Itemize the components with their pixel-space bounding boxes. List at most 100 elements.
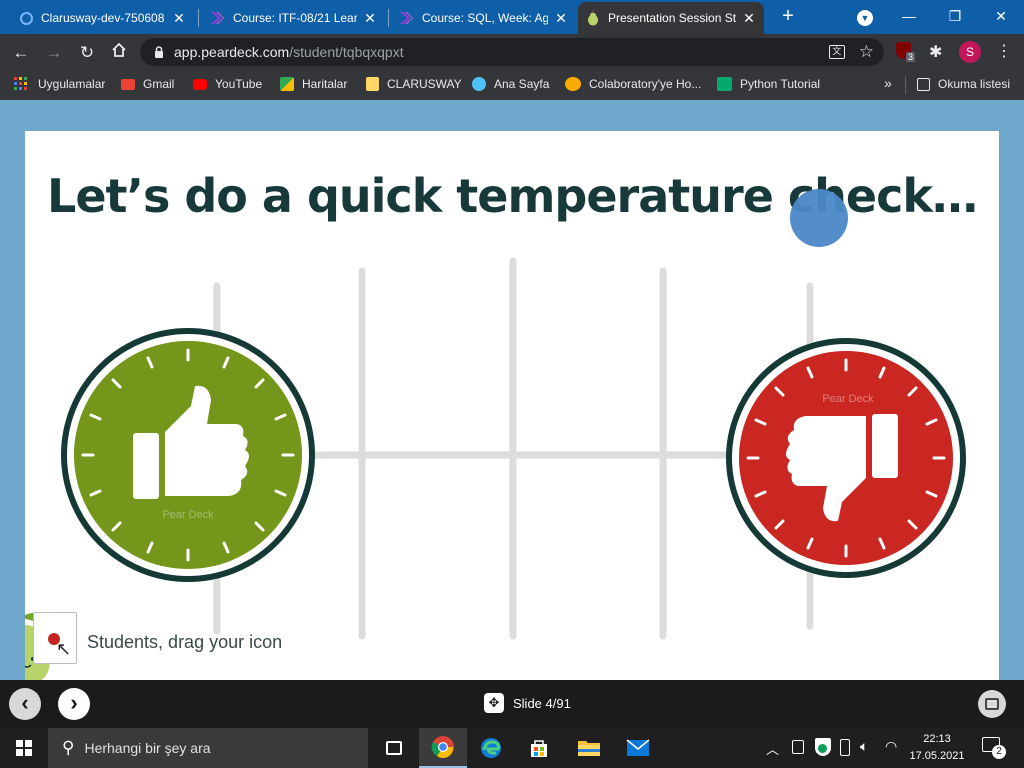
- close-icon[interactable]: ✕: [172, 10, 186, 27]
- volume-icon[interactable]: 🔈︎: [860, 738, 868, 755]
- presentation-footer: ‹ › ✥ Slide 4/91: [0, 680, 1024, 728]
- thumbs-up-icon[interactable]: Pear Deck: [61, 328, 315, 582]
- tab-title: Presentation Session St: [608, 11, 736, 25]
- next-slide-button[interactable]: ›: [58, 688, 90, 720]
- star-icon[interactable]: ☆: [859, 42, 874, 62]
- menu-kebab-icon[interactable]: ⋮: [996, 41, 1012, 61]
- bookmark-clarusway[interactable]: CLARUSWAY: [366, 77, 462, 91]
- tab-course-sql[interactable]: Course: SQL, Week: Agg ✕: [390, 2, 576, 34]
- tab-clarusway-dev[interactable]: Clarusway-dev-750608 ✕: [12, 2, 194, 34]
- chevron-right-icon: ›: [70, 690, 78, 715]
- search-placeholder: Herhangi bir şey ara: [84, 740, 211, 756]
- forward-button[interactable]: →: [43, 42, 65, 64]
- edge-taskbar-app[interactable]: [467, 728, 515, 768]
- colab-icon: [565, 77, 581, 91]
- drag-hint-text: Students, drag your icon: [87, 632, 283, 652]
- svg-text:Pear Deck: Pear Deck: [162, 509, 214, 521]
- bookmarks-bar: Uygulamalar Gmail YouTube Haritalar CLAR…: [0, 70, 1024, 100]
- folder-icon: [366, 77, 379, 91]
- bookmark-gmail[interactable]: Gmail: [121, 77, 174, 91]
- ublock-extension-button[interactable]: 3: [896, 42, 916, 62]
- extension-badge: 3: [906, 52, 916, 62]
- pointer-icon: ↖: [56, 639, 72, 659]
- peardeck-icon: [588, 10, 598, 26]
- close-icon[interactable]: ✕: [363, 10, 377, 27]
- tab-presentation-session[interactable]: Presentation Session St ✕: [578, 2, 764, 34]
- clarusway-icon: [211, 12, 224, 24]
- home-icon: [112, 42, 126, 57]
- chrome-icon: [431, 736, 454, 759]
- tab-title: Clarusway-dev-750608: [41, 11, 165, 25]
- bookmark-haritalar[interactable]: Haritalar: [280, 77, 347, 91]
- splash-icon: [472, 77, 486, 91]
- tab-title: Course: ITF-08/21 Learn: [233, 11, 357, 25]
- battery-icon[interactable]: [840, 739, 850, 756]
- mail-taskbar-app[interactable]: [614, 728, 662, 768]
- edge-icon: [481, 738, 501, 758]
- chevron-left-icon: ‹: [21, 690, 29, 715]
- clock-date: 17.05.2021: [909, 750, 965, 762]
- back-button[interactable]: ←: [10, 42, 32, 64]
- notification-count: 2: [992, 745, 1006, 759]
- reader-icon: [985, 698, 999, 710]
- task-view-icon: [386, 741, 402, 755]
- search-icon: ⚲: [62, 738, 75, 757]
- store-icon: [531, 740, 547, 757]
- restore-button[interactable]: ❐: [932, 2, 978, 30]
- address-bar[interactable]: app.peardeck.com/student/tqbqxqpxt 文 ☆: [140, 38, 884, 66]
- tray-expand-button[interactable]: ︿: [766, 739, 779, 758]
- clock-time: 22:13: [923, 733, 951, 745]
- close-icon[interactable]: ✕: [742, 10, 756, 27]
- home-button[interactable]: [108, 42, 130, 64]
- new-tab-button[interactable]: +: [778, 6, 798, 28]
- window-close-button[interactable]: ✕: [978, 2, 1024, 30]
- profile-avatar[interactable]: S: [959, 41, 981, 63]
- youtube-icon: [193, 78, 207, 90]
- tab-title: Course: SQL, Week: Agg: [422, 11, 548, 25]
- bookmark-youtube[interactable]: YouTube: [193, 77, 262, 91]
- prev-slide-button[interactable]: ‹: [9, 688, 41, 720]
- notification-center-button[interactable]: 2: [982, 737, 1006, 759]
- close-icon[interactable]: ✕: [554, 10, 568, 27]
- gmail-icon: [121, 78, 135, 90]
- start-button[interactable]: [0, 728, 48, 768]
- slide-indicator[interactable]: ✥ Slide 4/91: [484, 693, 571, 713]
- tab-search-button[interactable]: ▼: [842, 2, 888, 30]
- immersive-reader-button[interactable]: [978, 690, 1006, 718]
- w3schools-icon: [717, 77, 732, 91]
- mail-icon: [626, 739, 650, 756]
- slide: Let’s do a quick temperature check… Pear…: [25, 131, 999, 680]
- bookmark-python-tutorial[interactable]: Python Tutorial: [717, 77, 820, 91]
- bookmark-ana-sayfa[interactable]: Ana Sayfa: [472, 77, 549, 91]
- thumbs-down-icon[interactable]: Pear Deck: [726, 338, 966, 578]
- tab-course-itf[interactable]: Course: ITF-08/21 Learn ✕: [201, 2, 385, 34]
- system-clock[interactable]: 22:13 17.05.2021: [904, 731, 970, 765]
- task-view-button[interactable]: [370, 728, 418, 768]
- more-bookmarks-button[interactable]: »: [884, 75, 892, 91]
- wifi-icon[interactable]: ◠: [885, 738, 897, 755]
- student-drag-dot[interactable]: [790, 189, 848, 247]
- apps-grid-icon: [14, 77, 27, 90]
- slide-counter: Slide 4/91: [513, 695, 571, 711]
- reload-button[interactable]: ↻: [76, 42, 98, 64]
- taskbar-search[interactable]: ⚲ Herhangi bir şey ara: [48, 728, 368, 768]
- drag-icon: ↖: [33, 612, 77, 664]
- bookmark-colab[interactable]: Colaboratory'ye Ho...: [565, 77, 701, 91]
- defender-icon[interactable]: [815, 738, 831, 756]
- svg-text:Pear Deck: Pear Deck: [822, 393, 874, 405]
- store-taskbar-app[interactable]: [515, 728, 563, 768]
- puzzle-icon[interactable]: ✱: [929, 42, 942, 62]
- reading-list-button[interactable]: Okuma listesi: [917, 77, 1010, 91]
- toolbar: ← → ↻ app.peardeck.com/student/tqbqxqpxt…: [0, 34, 1024, 70]
- bookmark-apps[interactable]: Uygulamalar: [14, 77, 105, 91]
- url-text: app.peardeck.com/student/tqbqxqpxt: [174, 44, 404, 60]
- circle-icon: [20, 11, 33, 25]
- meet-now-icon[interactable]: [792, 740, 804, 754]
- reading-list-icon: [917, 77, 930, 91]
- maps-icon: [280, 77, 294, 91]
- tab-strip: Clarusway-dev-750608 ✕ Course: ITF-08/21…: [0, 0, 1024, 34]
- minimize-button[interactable]: —: [886, 2, 932, 30]
- file-explorer-taskbar-app[interactable]: [565, 728, 613, 768]
- translate-icon[interactable]: 文: [828, 45, 845, 59]
- chrome-taskbar-app[interactable]: [419, 728, 467, 768]
